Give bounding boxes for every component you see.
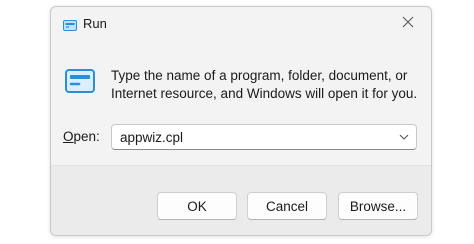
cancel-button[interactable]: Cancel	[247, 192, 327, 220]
run-dialog: Run Type the name of a program, folder, …	[50, 6, 432, 236]
close-button[interactable]	[385, 7, 431, 41]
window-title: Run	[83, 16, 107, 31]
open-label-accelerator: O	[63, 129, 74, 144]
run-icon	[65, 69, 95, 93]
open-label-text: pen:	[73, 129, 100, 144]
chevron-down-icon[interactable]	[396, 129, 412, 145]
ok-button[interactable]: OK	[157, 192, 237, 220]
instruction-text: Type the name of a program, folder, docu…	[111, 68, 418, 101]
close-icon	[402, 15, 414, 33]
open-input[interactable]	[112, 125, 392, 149]
open-label: Open:	[63, 129, 100, 144]
open-combobox[interactable]	[111, 124, 417, 150]
title-bar: Run	[51, 7, 431, 41]
browse-button[interactable]: Browse...	[338, 192, 418, 220]
button-bar: OK Cancel Browse...	[51, 165, 431, 235]
run-icon	[63, 18, 77, 31]
